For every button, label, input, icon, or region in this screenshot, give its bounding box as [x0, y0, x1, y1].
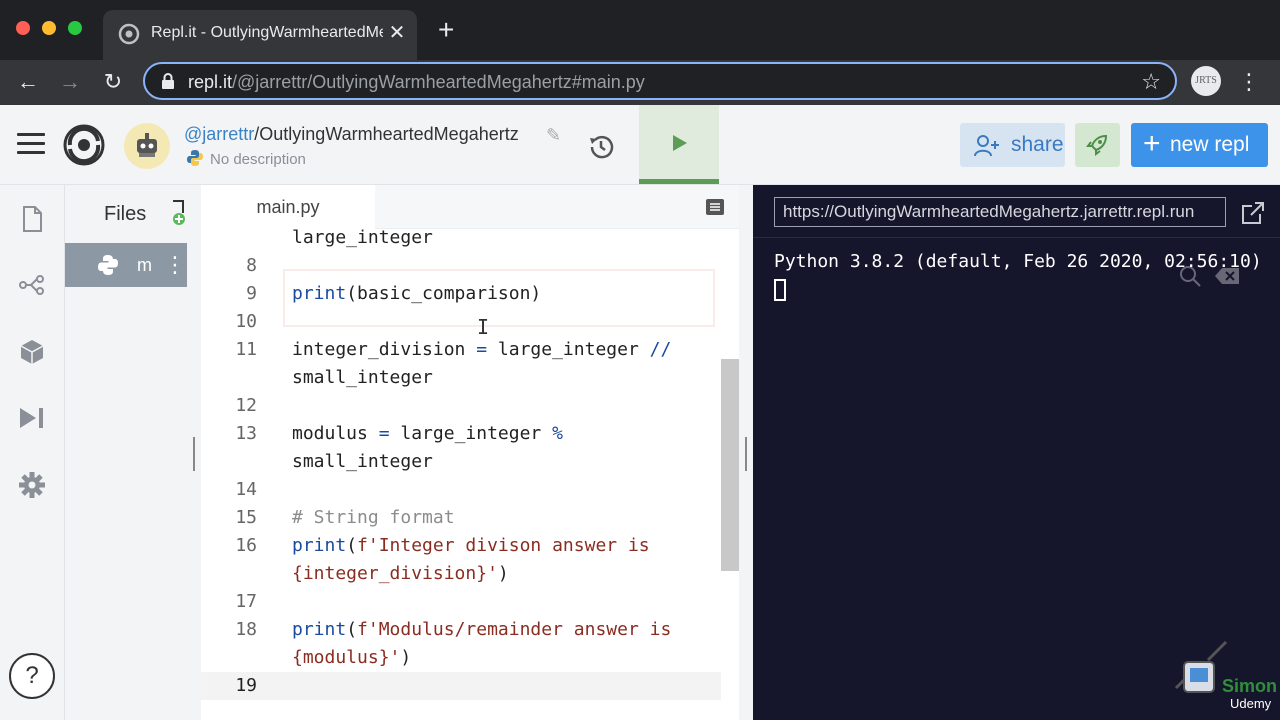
code-line: 13 modulus = large_integer % [235, 423, 563, 444]
lock-icon [162, 73, 174, 89]
plus-icon: + [1143, 127, 1161, 160]
code-line: 11 integer_division = large_integer // [235, 339, 672, 360]
file-item-main-py[interactable]: m ⋮ [65, 243, 187, 287]
reload-icon[interactable]: ↻ [97, 66, 129, 98]
tab-close-icon[interactable]: ✕ [385, 20, 409, 45]
code-line: small_integer [292, 451, 433, 472]
hamburger-menu-icon[interactable] [17, 133, 45, 155]
bookmark-star-icon[interactable]: ☆ [1141, 69, 1161, 95]
panel-resize-handle[interactable] [187, 185, 201, 720]
panel-resize-handle[interactable] [739, 185, 753, 720]
code-line: 14 [235, 479, 257, 500]
window-close-button[interactable] [16, 21, 30, 35]
watermark-brand: Simon [1222, 676, 1278, 696]
rocket-icon [1086, 134, 1108, 156]
file-item-label: m [137, 255, 152, 275]
back-icon[interactable]: ← [12, 66, 44, 98]
browser-tab-bar: Repl.it - OutlyingWarmheartedMegahertz ✕… [0, 0, 1280, 60]
repl-header: @jarrettr/OutlyingWarmheartedMegahertz ✎… [0, 105, 1280, 185]
code-line: 10 [235, 311, 257, 332]
replit-favicon-icon [118, 23, 140, 45]
code-line: {integer_division}') [292, 563, 509, 584]
editor-tab-bar: main.py [201, 185, 739, 229]
profile-avatar[interactable]: JRTS [1191, 66, 1221, 96]
help-button[interactable]: ? [9, 653, 55, 699]
console-clear-icon[interactable] [1214, 267, 1240, 285]
browser-toolbar: ← → ↻ repl.it/@jarrettr/OutlyingWarmhear… [0, 60, 1280, 105]
code-line: 15 # String format [235, 507, 455, 528]
code-line: 18 print(f'Modulus/remainder answer is [235, 619, 672, 640]
version-control-icon[interactable] [18, 271, 46, 299]
code-line: 19 [235, 675, 257, 696]
code-line: large_integer [292, 229, 433, 248]
python-file-icon [98, 255, 118, 275]
add-user-icon [974, 135, 999, 157]
code-line: {modulus}') [292, 647, 412, 668]
run-button[interactable] [639, 105, 719, 184]
history-icon[interactable] [586, 132, 616, 162]
code-line: 16 print(f'Integer divison answer is [235, 535, 650, 556]
settings-gear-icon[interactable] [18, 471, 46, 499]
watermark-logo-icon [1174, 640, 1228, 693]
add-file-icon[interactable] [171, 199, 187, 227]
terminal-cursor [774, 279, 786, 301]
code-line: 8 [246, 255, 257, 276]
new-repl-button[interactable]: + new repl [1131, 123, 1268, 167]
files-title: Files [104, 203, 147, 225]
console-header: https://OutlyingWarmheartedMegahertz.jar… [753, 185, 1280, 238]
play-icon [673, 135, 687, 151]
text-cursor-icon: I [477, 315, 490, 339]
window-maximize-button[interactable] [68, 21, 82, 35]
file-options-icon[interactable]: ⋮ [164, 252, 186, 278]
share-button[interactable]: share [960, 123, 1065, 167]
tab-main-py[interactable]: main.py [201, 185, 375, 229]
repl-avatar[interactable] [124, 123, 170, 169]
new-tab-icon[interactable]: + [438, 16, 454, 44]
address-bar[interactable]: repl.it/@jarrettr/OutlyingWarmheartedMeg… [143, 62, 1177, 100]
python-icon [187, 150, 203, 166]
debugger-icon[interactable] [18, 404, 46, 432]
code-line: small_integer [292, 367, 433, 388]
replit-logo-icon[interactable] [62, 123, 106, 167]
repl-run-url[interactable]: https://OutlyingWarmheartedMegahertz.jar… [774, 197, 1226, 227]
code-line: 17 [235, 591, 257, 612]
code-area[interactable]: large_integer 8 9 print(basic_comparison)… [201, 229, 739, 720]
url-text: repl.it/@jarrettr/OutlyingWarmheartedMeg… [188, 72, 645, 92]
packages-icon[interactable] [18, 338, 46, 366]
files-panel: Files m ⋮ [65, 185, 187, 720]
sidebar-rail: ? [0, 185, 65, 720]
repl-description[interactable]: No description [186, 149, 306, 168]
tab-title: Repl.it - OutlyingWarmheartedMegahertz [151, 24, 383, 41]
window-minimize-button[interactable] [42, 21, 56, 35]
open-in-new-tab-icon[interactable] [1240, 200, 1266, 226]
code-editor: main.py large_integer 8 9 print(basic_com… [201, 185, 739, 720]
console-search-icon[interactable] [1179, 265, 1201, 287]
robot-icon [137, 133, 157, 157]
editor-menu-icon[interactable] [705, 197, 725, 217]
deploy-rocket-button[interactable] [1075, 123, 1120, 167]
forward-icon[interactable]: → [54, 66, 86, 98]
editor-scrollbar[interactable] [721, 359, 739, 571]
files-icon[interactable] [18, 205, 46, 233]
course-watermark: Simon Udemy [1170, 640, 1278, 716]
code-line: 9 print(basic_comparison) [246, 283, 542, 304]
edit-pencil-icon[interactable]: ✎ [546, 125, 561, 146]
browser-menu-icon[interactable]: ⋮ [1238, 66, 1260, 98]
watermark-sub: Udemy [1230, 696, 1272, 711]
repl-title[interactable]: @jarrettr/OutlyingWarmheartedMegahertz [184, 124, 519, 145]
code-line: 12 [235, 395, 257, 416]
browser-tab[interactable]: Repl.it - OutlyingWarmheartedMegahertz ✕ [103, 10, 417, 60]
